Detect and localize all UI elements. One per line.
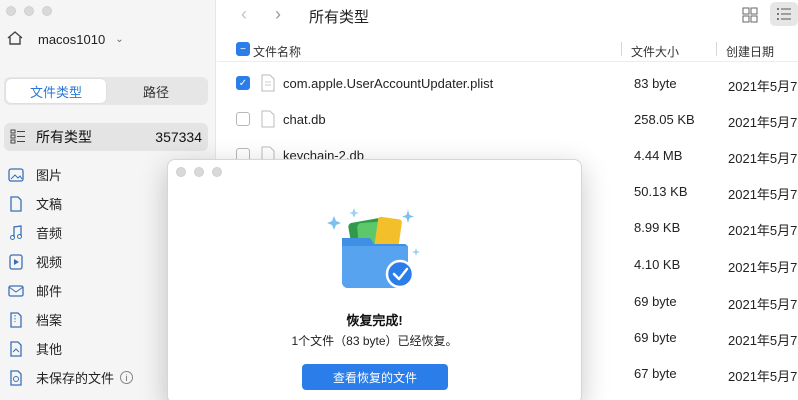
sidebar-item-label: 音频 [36, 226, 63, 241]
file-date: 2021年5月7 [728, 260, 798, 275]
tab-file-type[interactable]: 文件类型 [6, 79, 106, 103]
column-header-date[interactable]: 创建日期 [726, 43, 774, 60]
file-date: 2021年5月7 [728, 115, 798, 130]
file-date: 2021年5月7 [728, 79, 798, 94]
file-size: 69 byte [634, 294, 677, 309]
file-size: 69 byte [634, 330, 677, 345]
column-header-name[interactable]: 文件名称 [253, 43, 301, 60]
other-icon [8, 340, 24, 357]
file-size: 4.10 KB [634, 257, 681, 272]
file-size: 67 byte [634, 366, 677, 381]
dialog-window-controls [176, 167, 222, 177]
file-icon [261, 74, 275, 92]
select-all-checkbox[interactable]: − [236, 42, 250, 56]
grid-view-icon[interactable] [739, 4, 761, 26]
file-size: 258.05 KB [634, 112, 695, 127]
column-divider[interactable] [621, 42, 622, 56]
zoom-button[interactable] [212, 167, 222, 177]
music-icon [8, 224, 24, 241]
recovery-complete-dialog: 恢复完成! 1个文件（83 byte）已经恢复。 查看恢复的文件 [167, 159, 582, 400]
file-name: chat.db [283, 112, 326, 127]
close-button[interactable] [6, 6, 16, 16]
breadcrumb: 所有类型 [309, 9, 370, 26]
file-date: 2021年5月7 [728, 187, 798, 202]
table-header: − 文件名称 文件大小 创建日期 [217, 38, 798, 62]
device-selector[interactable]: macos1010 ⌄ [6, 30, 124, 49]
view-recovered-files-button[interactable]: 查看恢复的文件 [302, 364, 448, 390]
toolbar: ‹ › 所有类型 [217, 0, 798, 30]
file-size: 4.44 MB [634, 148, 683, 163]
file-icon [261, 110, 275, 128]
sidebar-item-all-types[interactable]: 所有类型 357334 [4, 123, 208, 151]
document-icon [8, 195, 24, 212]
video-icon [8, 253, 24, 270]
sidebar-item-label: 邮件 [36, 284, 63, 299]
sidebar-item-label: 所有类型 [36, 129, 92, 145]
close-button[interactable] [176, 167, 186, 177]
table-row[interactable]: ✓ com.apple.UserAccountUpdater.plist 83 … [217, 66, 798, 102]
tab-path[interactable]: 路径 [106, 79, 206, 103]
zoom-button[interactable] [42, 6, 52, 16]
row-checkbox[interactable] [236, 112, 250, 126]
sidebar-item-count: 357334 [155, 129, 202, 145]
table-row[interactable]: chat.db 258.05 KB 2021年5月7 [217, 102, 798, 138]
sidebar-item-label: 其他 [36, 342, 63, 357]
sidebar-item-label: 档案 [36, 313, 63, 328]
back-arrow-icon[interactable]: ‹ [241, 4, 247, 25]
home-icon [6, 30, 24, 49]
sidebar-item-label: 图片 [36, 168, 63, 183]
row-checkbox[interactable]: ✓ [236, 76, 250, 90]
archive-icon [8, 311, 24, 328]
dialog-title: 恢复完成! [346, 313, 403, 328]
mail-icon [8, 283, 24, 299]
file-size: 50.13 KB [634, 184, 688, 199]
file-size: 8.99 KB [634, 220, 681, 235]
file-date: 2021年5月7 [728, 369, 798, 384]
file-size: 83 byte [634, 76, 677, 91]
window-controls [6, 6, 52, 16]
file-date: 2021年5月7 [728, 223, 798, 238]
list-view-icon[interactable] [770, 2, 798, 26]
info-icon[interactable]: i [120, 371, 134, 384]
sidebar-item-label: 文稿 [36, 197, 63, 212]
dialog-message: 1个文件（83 byte）已经恢复。 [291, 334, 458, 348]
file-date: 2021年5月7 [728, 151, 798, 166]
sidebar-item-label: 未保存的文件 [36, 371, 115, 386]
unsaved-icon [8, 369, 24, 386]
view-mode-segment: 文件类型 路径 [4, 77, 208, 105]
file-date: 2021年5月7 [728, 333, 798, 348]
file-name: com.apple.UserAccountUpdater.plist [283, 76, 494, 91]
file-date: 2021年5月7 [728, 297, 798, 312]
device-name: macos1010 [38, 32, 106, 47]
image-icon [8, 167, 24, 183]
sidebar-item-label: 视频 [36, 255, 63, 270]
column-header-size[interactable]: 文件大小 [631, 43, 679, 60]
grid-list-icon [10, 128, 26, 147]
recovered-folder-icon [327, 208, 420, 289]
minimize-button[interactable] [24, 6, 34, 16]
minimize-button[interactable] [194, 167, 204, 177]
chevron-down-icon: ⌄ [115, 34, 124, 45]
forward-arrow-icon[interactable]: › [275, 4, 281, 25]
column-divider[interactable] [716, 42, 717, 56]
